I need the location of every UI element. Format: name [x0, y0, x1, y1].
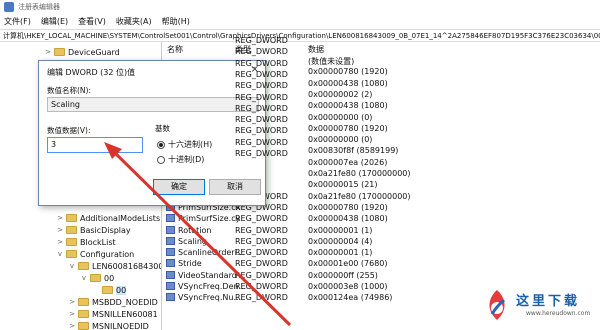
watermark-text: 这里下载 — [516, 294, 581, 309]
value-type-partial: REG_DWORD — [235, 36, 288, 45]
value-type-partial: REG_DWORD — [235, 69, 288, 79]
value-type-partial: REG_DWORD — [235, 126, 288, 136]
value-type-partial: REG_DWORD — [235, 115, 288, 125]
watermark: 这里下载 www.hereudown.com — [482, 284, 600, 330]
value-type-partial: REG_DWORD — [235, 149, 288, 158]
value-type-partial: REG_DWORD — [235, 92, 288, 102]
value-type-partial: REG_DWORD — [235, 81, 288, 91]
annotation-arrow-icon — [104, 142, 292, 327]
value-type-partial: REG_DWORD — [235, 137, 288, 147]
watermark-logo-icon — [489, 290, 505, 320]
value-type-partial: REG_DWORD — [235, 58, 288, 68]
watermark-url: www.hereudown.com — [526, 310, 591, 317]
value-type-partial: REG_DWORD — [235, 103, 288, 113]
value-type-partial: REG_DWORD — [235, 47, 288, 57]
